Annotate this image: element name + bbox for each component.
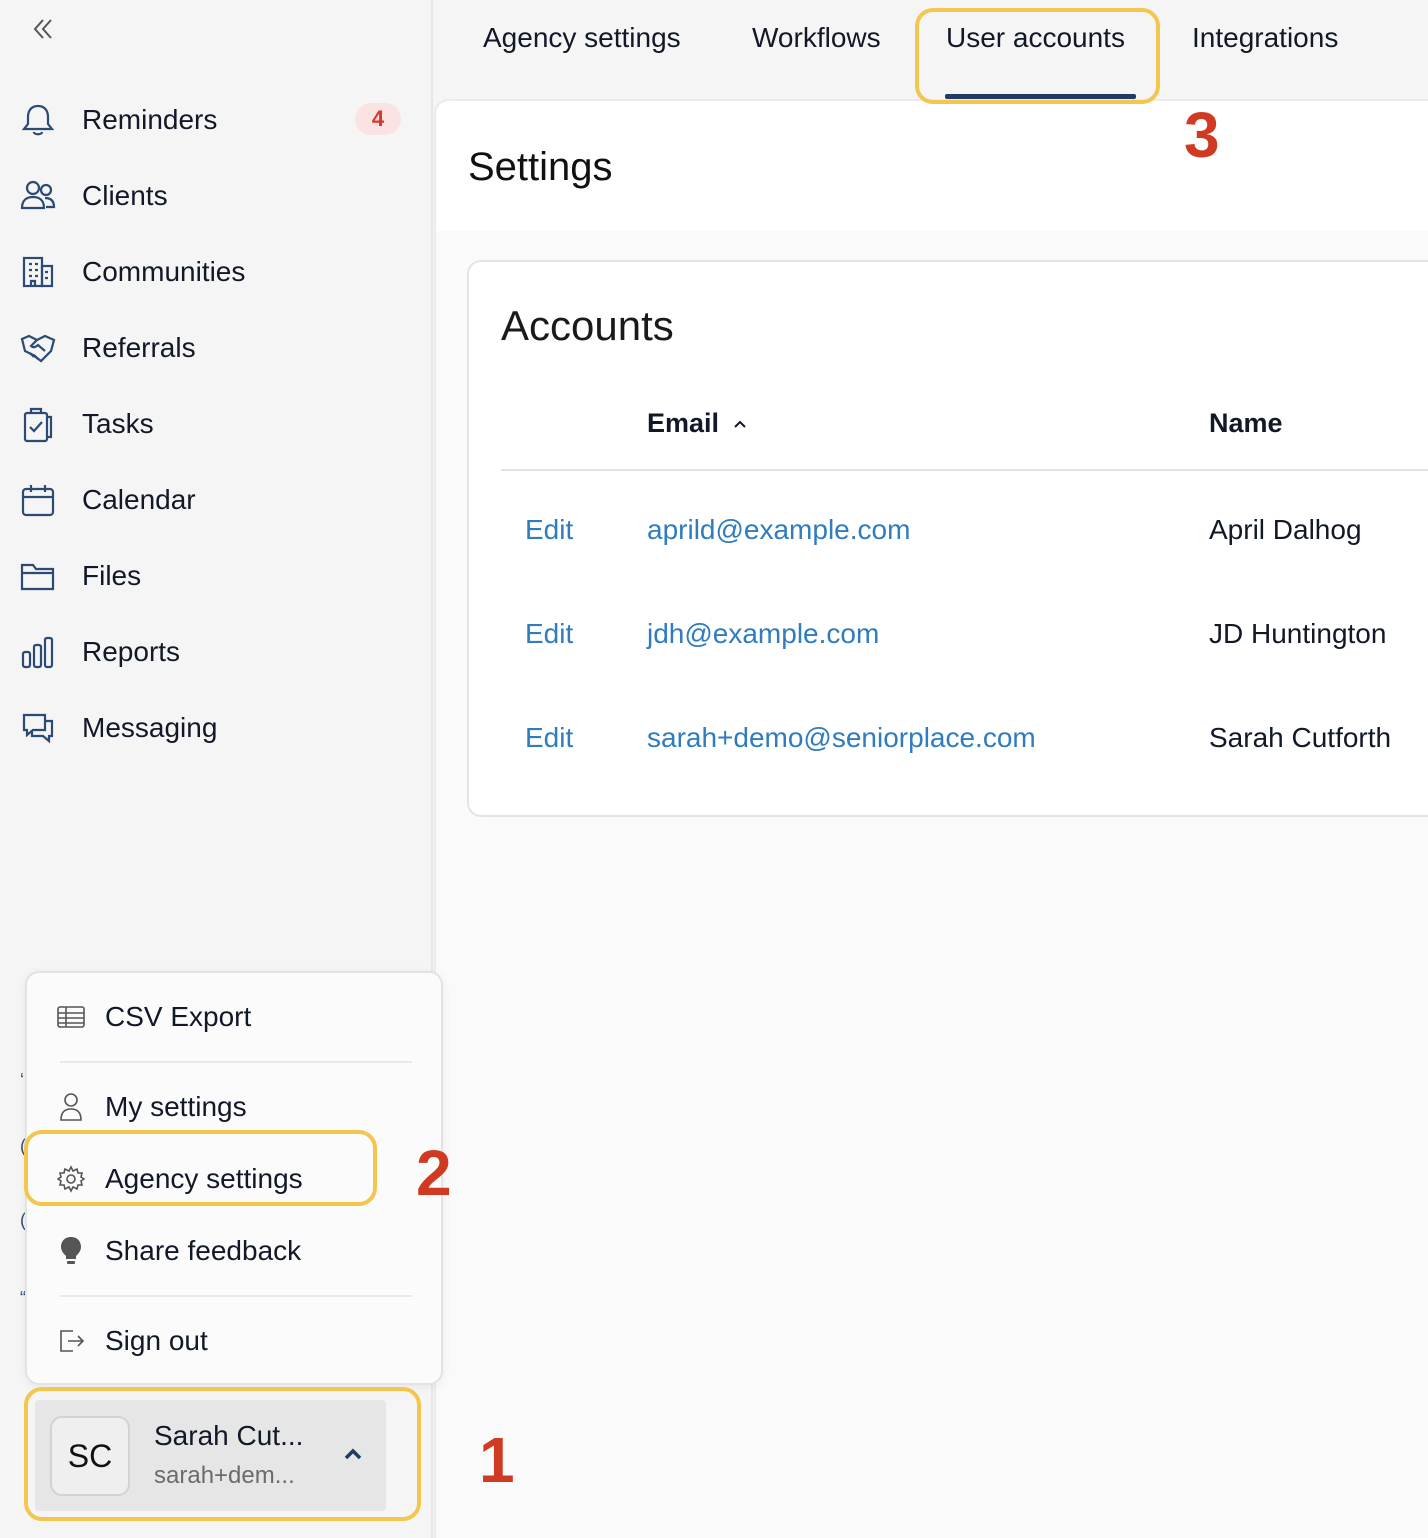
users-icon	[18, 176, 58, 216]
menu-item-label: CSV Export	[105, 1001, 252, 1032]
user-icon	[55, 1091, 87, 1123]
tab-workflows[interactable]: Workflows	[752, 22, 881, 54]
page-title: Settings	[468, 145, 613, 189]
highlight-agency-settings-item	[24, 1130, 377, 1206]
sidebar-item-reminders[interactable]: Reminders 4	[18, 92, 418, 148]
step-number-2: 2	[416, 1137, 452, 1209]
sidebar-item-label: Communities	[82, 256, 246, 287]
edit-link[interactable]: Edit	[525, 618, 573, 650]
table-row: Edit sarah+demo@seniorplace.com Sarah Cu…	[469, 710, 1428, 770]
step-number-1: 1	[479, 1424, 515, 1496]
sidebar-item-label: Referrals	[82, 332, 196, 363]
menu-item-sign-out[interactable]: Sign out	[55, 1319, 208, 1363]
table-row: Edit aprild@example.com April Dalhog	[469, 502, 1428, 562]
collapse-sidebar-icon[interactable]	[28, 14, 58, 44]
accounts-title: Accounts	[501, 302, 674, 349]
sidebar-item-tasks[interactable]: Tasks	[18, 396, 418, 452]
bar-chart-icon	[18, 632, 58, 672]
table-header-divider	[501, 469, 1428, 471]
highlight-profile-switcher	[24, 1387, 421, 1521]
sidebar-item-files[interactable]: Files	[18, 548, 418, 604]
sidebar-item-clients[interactable]: Clients	[18, 168, 418, 224]
reminders-count-badge: 4	[355, 103, 401, 135]
sidebar-item-communities[interactable]: Communities	[18, 244, 418, 300]
sidebar-item-messaging[interactable]: Messaging	[18, 700, 418, 756]
building-icon	[18, 252, 58, 292]
menu-item-label: My settings	[105, 1091, 247, 1122]
menu-item-share-feedback[interactable]: Share feedback	[55, 1229, 301, 1273]
sidebar-item-label: Calendar	[82, 484, 196, 515]
table-row: Edit jdh@example.com JD Huntington	[469, 606, 1428, 666]
accounts-card: Accounts Email Name Edit aprild@example.…	[467, 260, 1428, 817]
menu-item-csv-export[interactable]: CSV Export	[55, 995, 251, 1039]
sidebar-item-label: Reports	[82, 636, 181, 667]
email-column-header[interactable]: Email	[647, 408, 747, 439]
sign-out-icon	[55, 1325, 87, 1357]
tab-agency-settings[interactable]: Agency settings	[483, 22, 681, 54]
sidebar-item-label: Tasks	[82, 408, 154, 439]
email-link[interactable]: sarah+demo@seniorplace.com	[647, 722, 1036, 754]
chevron-up-icon	[733, 419, 747, 429]
email-header-label: Email	[647, 408, 720, 438]
handshake-icon	[18, 328, 58, 368]
highlight-user-accounts-tab	[915, 8, 1160, 104]
bell-icon	[18, 100, 58, 140]
email-link[interactable]: aprild@example.com	[647, 514, 910, 546]
sidebar-item-label: Reminders	[82, 104, 218, 135]
menu-divider	[60, 1061, 412, 1063]
edit-link[interactable]: Edit	[525, 722, 573, 754]
account-name: Sarah Cutforth	[1209, 722, 1392, 753]
chat-icon	[18, 708, 58, 748]
menu-item-label: Share feedback	[105, 1235, 302, 1266]
sidebar-item-reports[interactable]: Reports	[18, 624, 418, 680]
calendar-icon	[18, 480, 58, 520]
sidebar-item-calendar[interactable]: Calendar	[18, 472, 418, 528]
menu-divider	[60, 1295, 412, 1297]
main-content: Settings Accounts Email Name Edit aprild…	[434, 99, 1428, 1538]
sidebar-item-referrals[interactable]: Referrals	[18, 320, 418, 376]
page-header: Settings	[436, 101, 1428, 231]
lightbulb-icon	[55, 1235, 87, 1267]
sidebar-item-label: Files	[82, 560, 142, 591]
table-icon	[55, 1001, 87, 1033]
menu-item-my-settings[interactable]: My settings	[55, 1085, 247, 1129]
clipboard-check-icon	[18, 404, 58, 444]
account-name: JD Huntington	[1209, 618, 1387, 649]
sidebar-item-label: Clients	[82, 180, 168, 211]
sidebar-item-label: Messaging	[82, 712, 218, 743]
menu-item-label: Sign out	[105, 1325, 208, 1356]
folder-icon	[18, 556, 58, 596]
email-link[interactable]: jdh@example.com	[647, 618, 879, 650]
edit-link[interactable]: Edit	[525, 514, 573, 546]
step-number-3: 3	[1184, 99, 1220, 171]
tab-integrations[interactable]: Integrations	[1192, 22, 1338, 54]
name-column-header[interactable]: Name	[1209, 408, 1283, 439]
account-name: April Dalhog	[1209, 514, 1362, 545]
